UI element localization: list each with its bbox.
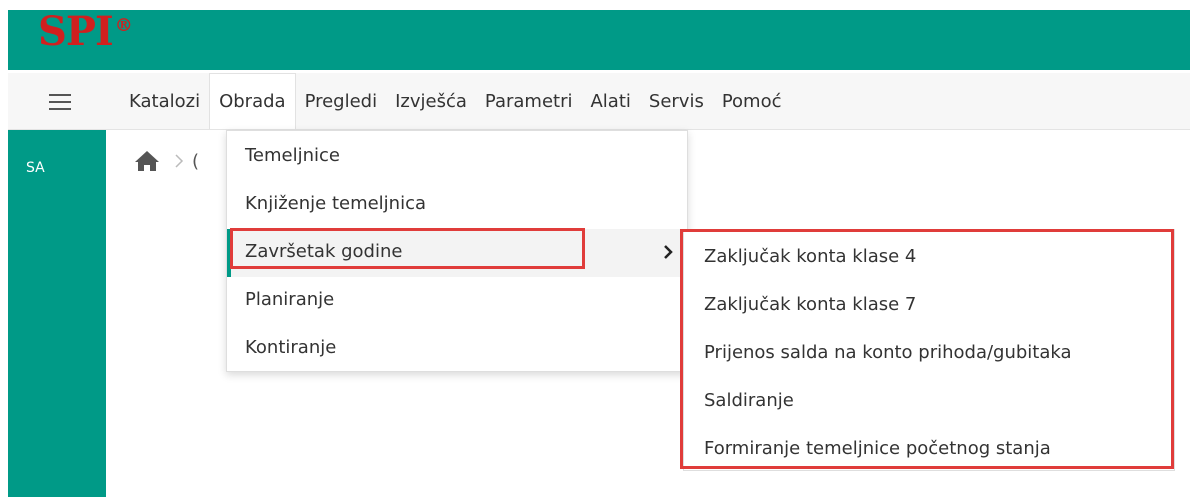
left-sidebar: SA	[8, 130, 106, 497]
spi-logo: SPI ®	[38, 8, 133, 55]
menu-item-label: Kontiranje	[245, 337, 337, 358]
menu-item-label: Knjiženje temeljnica	[245, 193, 427, 214]
user-initials[interactable]: SA	[26, 160, 45, 176]
hamburger-menu-button[interactable]	[20, 83, 100, 121]
hamburger-icon	[49, 94, 71, 110]
menu-parametri[interactable]: Parametri	[476, 73, 582, 129]
breadcrumb-current: (	[192, 150, 200, 172]
menu-item-label: Planiranje	[245, 289, 335, 310]
menu-item-kontiranje[interactable]: Kontiranje	[227, 325, 687, 373]
chevron-right-icon	[664, 245, 673, 259]
menu-item-knjizenje-temeljnica[interactable]: Knjiženje temeljnica	[227, 181, 687, 229]
top-header-bar: SPI ®	[8, 10, 1190, 70]
menu-obrada[interactable]: Obrada	[209, 73, 296, 129]
menu-katalozi[interactable]: Katalozi	[120, 73, 209, 129]
menu-izvjesca[interactable]: Izvješća	[386, 73, 476, 129]
menu-item-planiranje[interactable]: Planiranje	[227, 277, 687, 325]
highlight-box-zavrsetak	[230, 228, 585, 269]
menu-pregledi[interactable]: Pregledi	[296, 73, 387, 129]
main-menu-bar: Katalozi Obrada Pregledi Izvješća Parame…	[8, 73, 1190, 130]
menu-item-label: Temeljnice	[245, 145, 341, 166]
menu-item-temeljnice[interactable]: Temeljnice	[227, 133, 687, 181]
breadcrumb: (	[134, 150, 199, 172]
menu-pomoc[interactable]: Pomoć	[713, 73, 791, 129]
menu-items: Katalozi Obrada Pregledi Izvješća Parame…	[120, 73, 791, 129]
home-icon[interactable]	[134, 150, 160, 172]
menu-alati[interactable]: Alati	[581, 73, 639, 129]
menu-servis[interactable]: Servis	[640, 73, 713, 129]
chevron-right-icon	[175, 154, 184, 168]
highlight-box-submenu	[680, 229, 1174, 469]
